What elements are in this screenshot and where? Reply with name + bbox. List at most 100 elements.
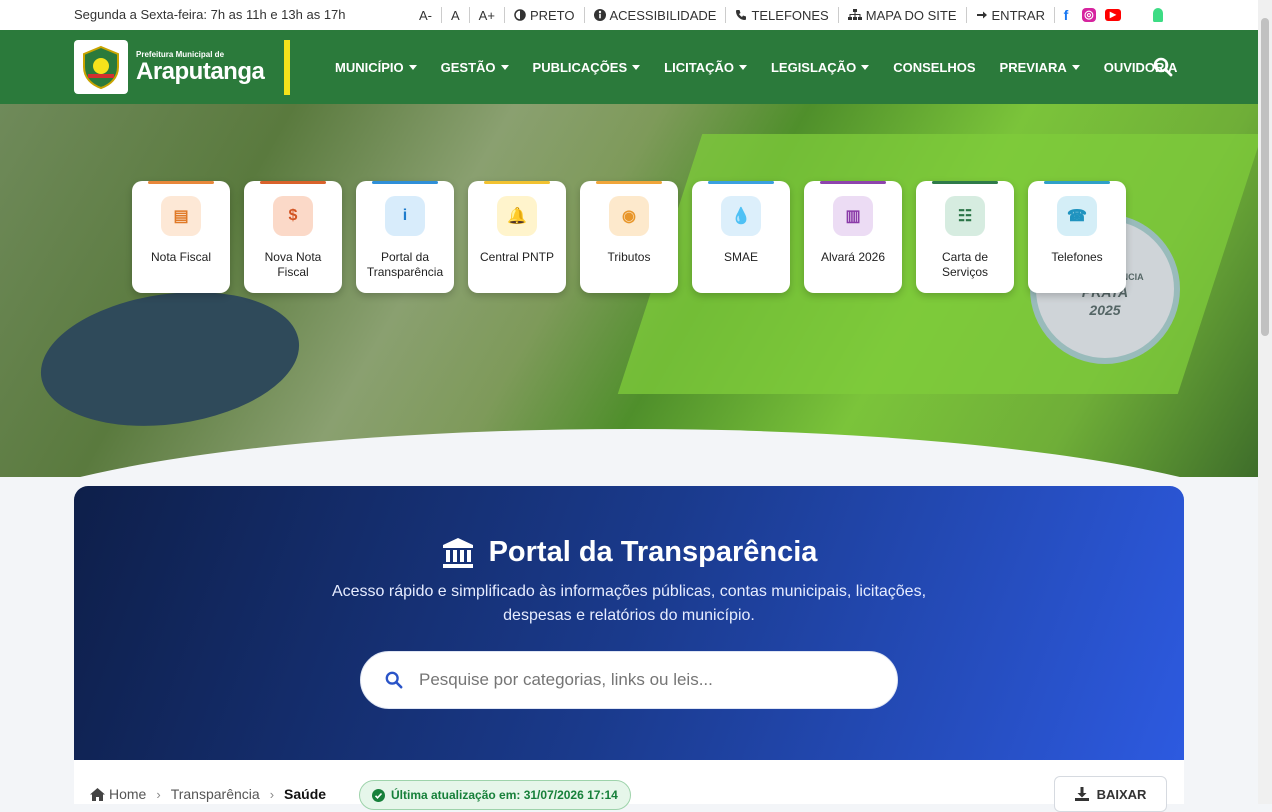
check-circle-icon <box>372 788 385 802</box>
bell-icon: 🔔 <box>497 196 537 236</box>
font-increase-button[interactable]: A+ <box>470 7 505 23</box>
quick-link-card[interactable]: $ Nova Nota Fiscal <box>244 181 342 293</box>
card-accent-bar <box>820 181 886 184</box>
android-icon[interactable] <box>1152 8 1163 22</box>
clipboard-icon: ☷ <box>945 196 985 236</box>
caret-down-icon <box>738 64 747 70</box>
transparency-portal-panel: Portal da Transparência Acesso rápido e … <box>74 486 1184 760</box>
search-icon <box>385 671 403 689</box>
bank-building-icon <box>442 537 473 568</box>
login-label: ENTRAR <box>991 7 1045 23</box>
youtube-icon[interactable]: ▶ <box>1104 9 1121 21</box>
quick-link-label: Central PNTP <box>479 250 555 264</box>
breadcrumb: Home › Transparência › Saúde <box>90 786 326 802</box>
coins-icon: ◉ <box>609 196 649 236</box>
office-hours: Segunda a Sexta-feira: 7h as 11h e 13h a… <box>74 7 346 22</box>
hero-wave-divider <box>0 429 1258 477</box>
menu-municipio[interactable]: MUNICÍPIO <box>335 60 417 75</box>
quick-link-card[interactable]: ☷ Carta de Serviços <box>916 181 1014 293</box>
contrast-button[interactable]: PRETO <box>505 7 585 23</box>
scrollbar-thumb[interactable] <box>1261 18 1269 336</box>
card-accent-bar <box>1044 181 1110 184</box>
accessibility-button[interactable]: ACESSIBILIDADE <box>585 7 727 23</box>
menu-conselhos[interactable]: CONSELHOS <box>893 60 975 75</box>
font-normal-button[interactable]: A <box>442 7 470 23</box>
quick-link-card[interactable]: 💧 SMAE <box>692 181 790 293</box>
breadcrumb-current: Saúde <box>284 786 327 802</box>
chevron-right-icon: › <box>156 786 161 802</box>
breadcrumb-transparencia[interactable]: Transparência <box>171 786 260 802</box>
quick-link-label: Nota Fiscal <box>150 250 212 264</box>
contrast-icon <box>514 9 526 21</box>
download-button[interactable]: BAIXAR <box>1054 776 1167 812</box>
quick-link-label: Alvará 2026 <box>820 250 886 264</box>
search-icon[interactable] <box>1153 57 1173 82</box>
water-drop-icon: 💧 <box>721 196 761 236</box>
download-icon <box>1074 787 1089 801</box>
quick-link-label: Portal da Transparência <box>366 250 444 279</box>
facebook-icon[interactable]: f <box>1059 8 1073 22</box>
breadcrumb-bar: Home › Transparência › Saúde Última atua… <box>74 760 1184 812</box>
last-updated-badge: Última atualização em: 31/07/2026 17:14 <box>359 780 631 810</box>
menu-publicacoes[interactable]: PUBLICAÇÕES <box>533 60 641 75</box>
card-accent-bar <box>260 181 326 184</box>
login-link[interactable]: ENTRAR <box>967 7 1055 23</box>
breadcrumb-home[interactable]: Home <box>90 786 146 802</box>
quick-link-card[interactable]: 🔔 Central PNTP <box>468 181 566 293</box>
quick-link-card[interactable]: i Portal da Transparência <box>356 181 454 293</box>
card-accent-bar <box>708 181 774 184</box>
quick-link-label: Nova Nota Fiscal <box>264 250 322 279</box>
sitemap-link[interactable]: MAPA DO SITE <box>839 7 967 23</box>
menu-gestao[interactable]: GESTÃO <box>441 60 509 75</box>
accessibility-icon <box>593 9 606 21</box>
quick-links: ▤ Nota Fiscal $ Nova Nota Fiscal i Portal da … <box>132 181 1126 293</box>
portal-title: Portal da Transparência <box>488 536 818 568</box>
invoice-dollar-icon: $ <box>273 196 313 236</box>
quick-link-label: Telefones <box>1051 250 1103 264</box>
home-icon <box>90 787 105 801</box>
quick-link-label: SMAE <box>723 250 758 264</box>
sitemap-icon <box>847 9 862 20</box>
main-navigation: Prefeitura Municipal de Araputanga MUNIC… <box>0 30 1258 104</box>
card-accent-bar <box>596 181 662 184</box>
hero-lake-image <box>32 276 308 442</box>
quick-link-card[interactable]: ☎ Telefones <box>1028 181 1126 293</box>
city-seal-icon <box>74 40 128 94</box>
quick-link-card[interactable]: ▥ Alvará 2026 <box>804 181 902 293</box>
portal-description: Acesso rápido e simplificado às informaç… <box>331 583 927 624</box>
login-icon <box>976 11 987 19</box>
instagram-icon[interactable]: ◎ <box>1081 8 1096 22</box>
site-logo[interactable]: Prefeitura Municipal de Araputanga <box>74 38 294 96</box>
phones-link[interactable]: TELEFONES <box>726 7 839 23</box>
card-accent-bar <box>484 181 550 184</box>
portal-heading: Portal da Transparência <box>74 536 1184 569</box>
caret-down-icon <box>408 64 417 70</box>
quick-link-card[interactable]: ◉ Tributos <box>580 181 678 293</box>
portal-search-box <box>360 651 898 709</box>
menu-legislacao[interactable]: LEGISLAÇÃO <box>771 60 870 75</box>
phones-label: TELEFONES <box>751 7 829 23</box>
menu-previara[interactable]: PREVIARA <box>1000 60 1080 75</box>
accessibility-tools: A- A A+ PRETO ACESSIBILIDADE TELEFONES M… <box>410 0 1163 30</box>
menu-licitacao[interactable]: LICITAÇÃO <box>664 60 747 75</box>
document-icon: ▤ <box>161 196 201 236</box>
card-accent-bar <box>932 181 998 184</box>
contrast-label: PRETO <box>529 7 575 23</box>
logo-title: Araputanga <box>136 57 265 85</box>
main-menu: MUNICÍPIO GESTÃO PUBLICAÇÕES LICITAÇÃO L… <box>335 30 1201 104</box>
quick-link-card[interactable]: ▤ Nota Fiscal <box>132 181 230 293</box>
logo-accent-bar <box>284 40 290 95</box>
apple-icon[interactable] <box>1130 8 1144 22</box>
phone-icon <box>736 10 747 20</box>
caret-down-icon <box>1071 64 1080 70</box>
font-decrease-button[interactable]: A- <box>410 7 442 23</box>
card-accent-bar <box>148 181 214 184</box>
portal-search-input[interactable] <box>419 670 859 690</box>
phone-book-icon: ☎ <box>1057 196 1097 236</box>
top-utility-bar: Segunda a Sexta-feira: 7h as 11h e 13h a… <box>0 0 1258 30</box>
card-accent-bar <box>372 181 438 184</box>
caret-down-icon <box>632 64 641 70</box>
building-icon: ▥ <box>833 196 873 236</box>
page-scrollbar[interactable] <box>1258 0 1272 804</box>
accessibility-label: ACESSIBILIDADE <box>609 7 717 23</box>
